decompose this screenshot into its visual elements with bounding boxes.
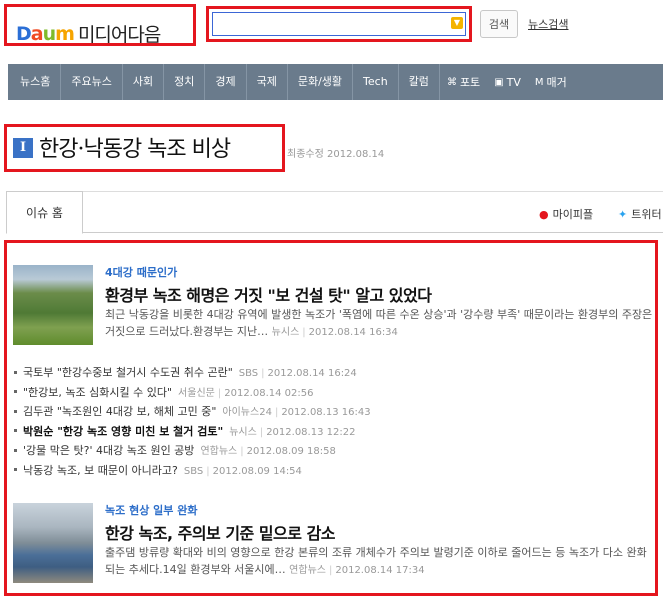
article-summary: 최근 낙동강을 비롯한 4대강 유역에 발생한 녹조가 '폭염에 따른 수온 상… bbox=[105, 306, 653, 341]
article-source: 연합뉴스 bbox=[289, 565, 326, 576]
twitter-icon: ✦ bbox=[618, 207, 628, 221]
main-nav: 뉴스홈 주요뉴스 사회 정치 경제 국제 문화/생활 Tech 칼럼 ⌘ 포토 ▣… bbox=[8, 64, 663, 100]
article-time: 2012.08.14 17:34 bbox=[335, 565, 425, 576]
article-thumbnail[interactable] bbox=[13, 265, 93, 345]
share-twitter-button[interactable]: ✦ 트위터 bbox=[618, 206, 662, 222]
logo-letter-a: a bbox=[30, 22, 44, 45]
share-twitter-label: 트위터 bbox=[631, 208, 662, 221]
related-link[interactable]: 박원순 "한강 녹조 영향 미친 보 철거 검토" bbox=[23, 425, 223, 438]
article-thumbnail[interactable] bbox=[13, 503, 93, 583]
related-link[interactable]: "한강보, 녹조 심화시킬 수 있다" bbox=[23, 386, 172, 399]
article-meta: 뉴시스 | 2012.08.14 16:34 bbox=[271, 327, 398, 338]
list-item: 박원순 "한강 녹조 영향 미친 보 철거 검토" 뉴시스 | 2012.08.13 … bbox=[14, 422, 371, 442]
share-mypeople-label: 마이피플 bbox=[552, 208, 594, 221]
related-link[interactable]: '강물 막은 탓?' 4대강 녹조 원인 공방 bbox=[23, 444, 194, 457]
search-button[interactable]: 검색 bbox=[480, 10, 518, 38]
nav-item-column[interactable]: 칼럼 bbox=[399, 64, 440, 100]
list-item: 김두관 "녹조원인 4대강 보, 해체 고민 중" 아이뉴스24 | 2012.08.… bbox=[14, 402, 371, 422]
list-item: 국토부 "한강수중보 철거시 수도권 취수 곤란" SBS | 2012.08.14 … bbox=[14, 363, 371, 383]
nav-item-photo[interactable]: ⌘ 포토 bbox=[440, 74, 487, 90]
article-headline[interactable]: 환경부 녹조 해명은 거짓 "보 건설 탓" 알고 있었다 bbox=[105, 282, 432, 306]
related-source: 뉴시스 bbox=[229, 426, 257, 438]
logo-letter-m: m bbox=[55, 22, 75, 45]
nav-item-politics[interactable]: 정치 bbox=[164, 64, 206, 100]
nav-magazine-label: 매거 bbox=[546, 76, 567, 89]
related-news-list: 국토부 "한강수중보 철거시 수도권 취수 곤란" SBS | 2012.08.14 … bbox=[14, 363, 371, 481]
content-highlight-box: 4대강 때문인가 환경부 녹조 해명은 거짓 "보 건설 탓" 알고 있었다 최… bbox=[4, 240, 658, 596]
share-mypeople-button[interactable]: ● 마이피플 bbox=[539, 206, 593, 222]
nav-item-tv[interactable]: ▣ TV bbox=[487, 76, 528, 89]
search-input[interactable] bbox=[212, 12, 466, 36]
list-item: 낙동강 녹조, 보 때문이 아니라고? SBS | 2012.08.09 14:54 bbox=[14, 461, 371, 481]
list-item: "한강보, 녹조 심화시킬 수 있다" 서울신문 | 2012.08.14 02:56 bbox=[14, 383, 371, 403]
related-source: 서울신문 bbox=[178, 387, 215, 399]
issue-tabbar: 이슈 홈 ● 마이피플 ✦ 트위터 bbox=[6, 191, 663, 234]
logo-letter-u: u bbox=[42, 22, 56, 45]
related-link[interactable]: 김두관 "녹조원인 4대강 보, 해체 고민 중" bbox=[23, 405, 216, 418]
daum-logo[interactable]: Daum 미디어다음 bbox=[16, 20, 161, 47]
magazine-icon: M bbox=[534, 76, 544, 88]
news-search-link[interactable]: 뉴스검색 bbox=[528, 16, 568, 32]
page-title: 한강·낙동강 녹조 비상 bbox=[39, 137, 231, 162]
nav-item-world[interactable]: 국제 bbox=[247, 64, 288, 100]
list-item: '강물 막은 탓?' 4대강 녹조 원인 공방 연합뉴스 | 2012.08.09 1… bbox=[14, 441, 371, 461]
daum-wordmark: Daum bbox=[16, 22, 75, 45]
article-summary: 출주댐 방류량 확대와 비의 영향으로 한강 본류의 조류 개체수가 주의보 발… bbox=[105, 544, 653, 579]
related-time: 2012.08.14 16:24 bbox=[267, 368, 357, 379]
article-source: 뉴시스 bbox=[271, 327, 300, 338]
nav-photo-label: 포토 bbox=[459, 76, 481, 89]
issue-title-highlight-box: I 한강·낙동강 녹조 비상 bbox=[4, 124, 285, 172]
nav-item-society[interactable]: 사회 bbox=[123, 64, 165, 100]
article-category[interactable]: 4대강 때문인가 bbox=[105, 264, 177, 280]
nav-item-culture[interactable]: 문화/생활 bbox=[288, 64, 354, 100]
nav-item-tech[interactable]: Tech bbox=[353, 64, 399, 100]
related-time: 2012.08.14 02:56 bbox=[224, 387, 314, 399]
nav-item-news-home[interactable]: 뉴스홈 bbox=[8, 64, 62, 100]
search-dropdown-icon[interactable]: ▼ bbox=[451, 17, 463, 29]
nav-tv-label: TV bbox=[506, 75, 521, 89]
tv-icon: ▣ bbox=[494, 76, 504, 88]
nav-item-magazine[interactable]: M 매거 bbox=[528, 74, 574, 90]
logo-letter-d: D bbox=[16, 22, 32, 45]
related-source: 연합뉴스 bbox=[200, 446, 238, 458]
photo-icon: ⌘ bbox=[446, 76, 457, 88]
nav-item-top-news[interactable]: 주요뉴스 bbox=[61, 64, 123, 100]
article-category[interactable]: 녹조 현상 일부 완화 bbox=[105, 502, 197, 518]
related-link[interactable]: 국토부 "한강수중보 철거시 수도권 취수 곤란" bbox=[23, 366, 233, 379]
related-time: 2012.08.09 18:58 bbox=[246, 446, 336, 458]
nav-item-economy[interactable]: 경제 bbox=[205, 64, 247, 100]
article-time: 2012.08.14 16:34 bbox=[308, 327, 398, 338]
logo-highlight-box: Daum 미디어다음 bbox=[4, 4, 196, 46]
last-updated: 최종수정 2012.08.14 bbox=[287, 149, 385, 160]
article-meta: 연합뉴스 | 2012.08.14 17:34 bbox=[289, 565, 425, 576]
tab-issue-home[interactable]: 이슈 홈 bbox=[6, 191, 83, 234]
article-headline[interactable]: 한강 녹조, 주의보 기준 밑으로 감소 bbox=[105, 520, 336, 544]
related-source: 아이뉴스24 bbox=[222, 407, 272, 419]
media-daum-label: 미디어다음 bbox=[77, 24, 161, 46]
related-source: SBS bbox=[238, 368, 259, 379]
related-link[interactable]: 낙동강 녹조, 보 때문이 아니라고? bbox=[23, 464, 178, 477]
related-source: SBS bbox=[183, 465, 204, 477]
related-time: 2012.08.13 12:22 bbox=[266, 426, 356, 438]
related-time: 2012.08.13 16:43 bbox=[281, 407, 371, 419]
related-time: 2012.08.09 14:54 bbox=[212, 465, 302, 477]
issue-icon: I bbox=[13, 138, 33, 158]
mypeople-icon: ● bbox=[539, 207, 549, 221]
search-highlight-box: ▼ bbox=[206, 6, 472, 42]
